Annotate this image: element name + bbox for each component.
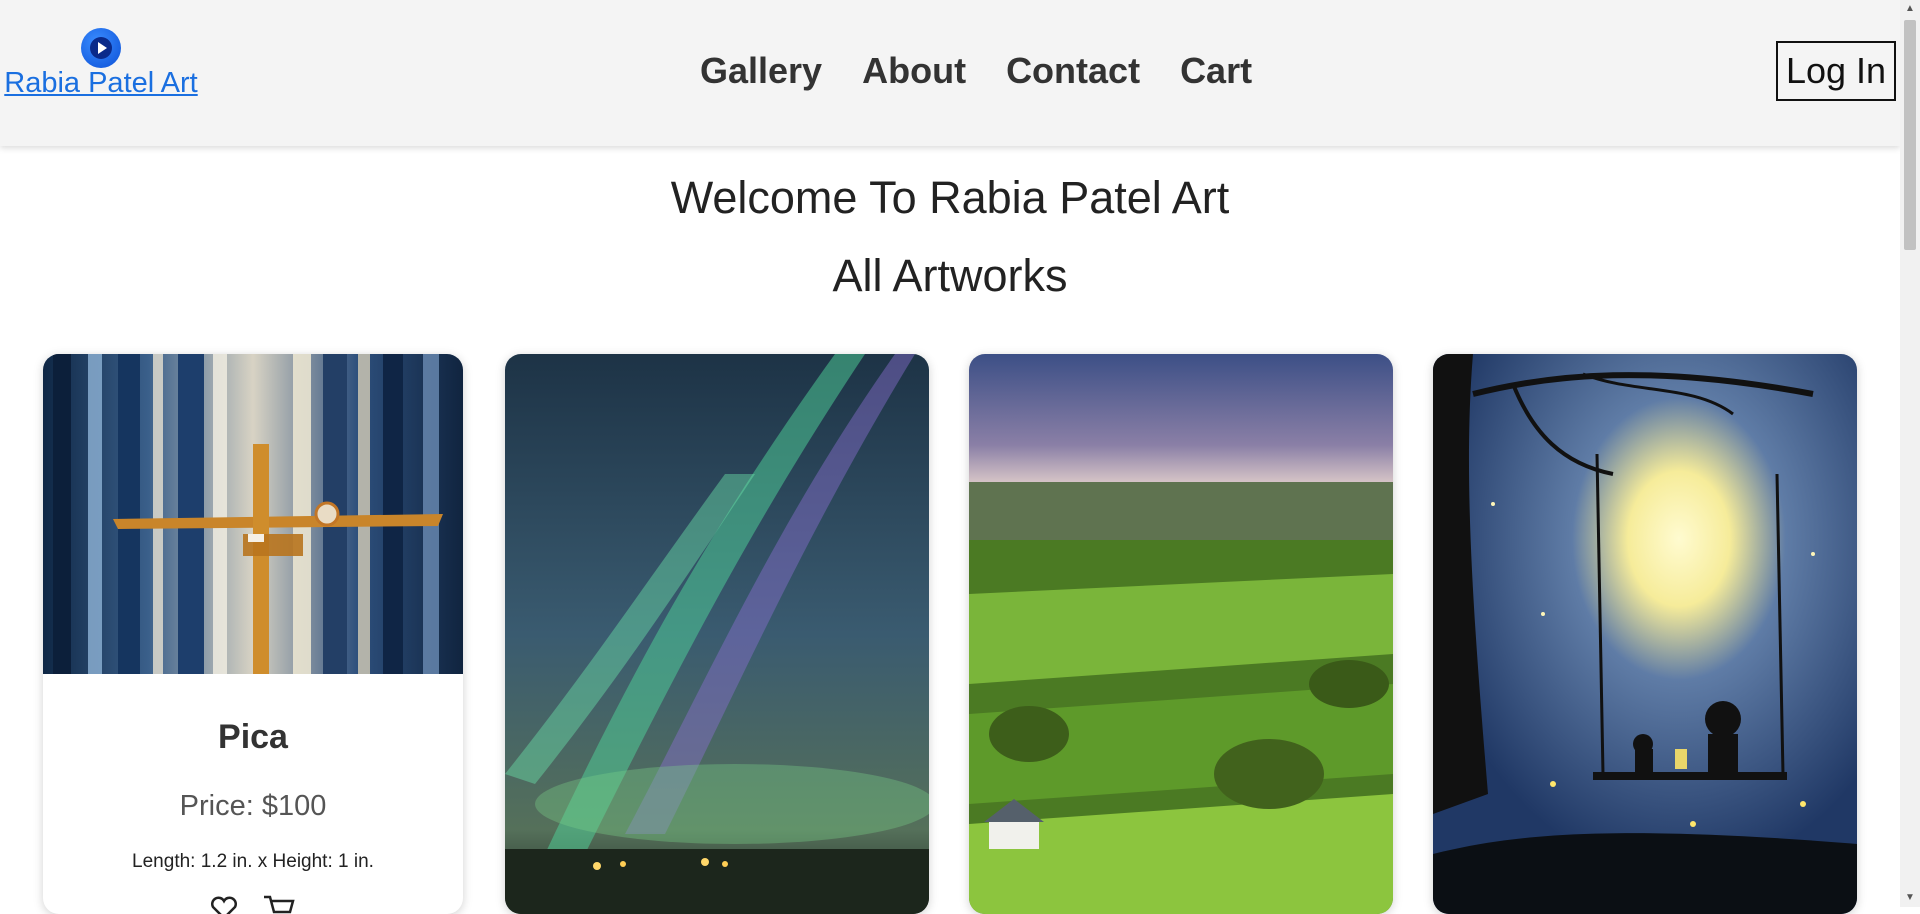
nav-about[interactable]: About [862,50,966,92]
artwork-image-aurora[interactable] [505,354,929,914]
artwork-card[interactable] [1433,354,1857,914]
artwork-card[interactable]: Pica Price: $100 Length: 1.2 in. x Heigh… [43,354,463,914]
scrollbar-thumb[interactable] [1904,20,1916,250]
brand: Rabia Patel Art [0,28,202,100]
brand-link[interactable]: Rabia Patel Art [4,67,197,100]
site-header: Rabia Patel Art Gallery About Contact Ca… [0,0,1900,146]
heart-icon[interactable] [210,896,238,914]
artwork-title[interactable]: Pica [43,718,463,757]
artwork-price: Price: $100 [179,790,327,822]
artwork-dimensions: Length: 1.2 in. x Height: 1 in. [132,851,374,872]
artwork-image-moon-swing[interactable] [1433,354,1857,914]
artwork-image-pica[interactable] [43,354,463,674]
artwork-image-fields[interactable] [969,354,1393,914]
artwork-card[interactable] [505,354,929,914]
nav-contact[interactable]: Contact [1006,50,1140,92]
welcome-heading: Welcome To Rabia Patel Art [670,172,1230,223]
play-circle-icon[interactable] [81,28,121,68]
main-nav: Gallery About Contact Cart [700,50,1252,92]
scroll-up-arrow-icon[interactable]: ▲ [1900,0,1920,18]
artwork-actions [43,894,463,914]
nav-gallery[interactable]: Gallery [700,50,822,92]
scroll-down-arrow-icon[interactable]: ▼ [1900,889,1920,907]
login-button[interactable]: Log In [1776,41,1896,101]
nav-cart[interactable]: Cart [1180,50,1252,92]
artwork-card[interactable] [969,354,1393,914]
cart-icon[interactable] [262,894,296,914]
page-scrollbar[interactable]: ▲ ▼ [1900,0,1920,907]
section-title: All Artworks [832,250,1068,301]
